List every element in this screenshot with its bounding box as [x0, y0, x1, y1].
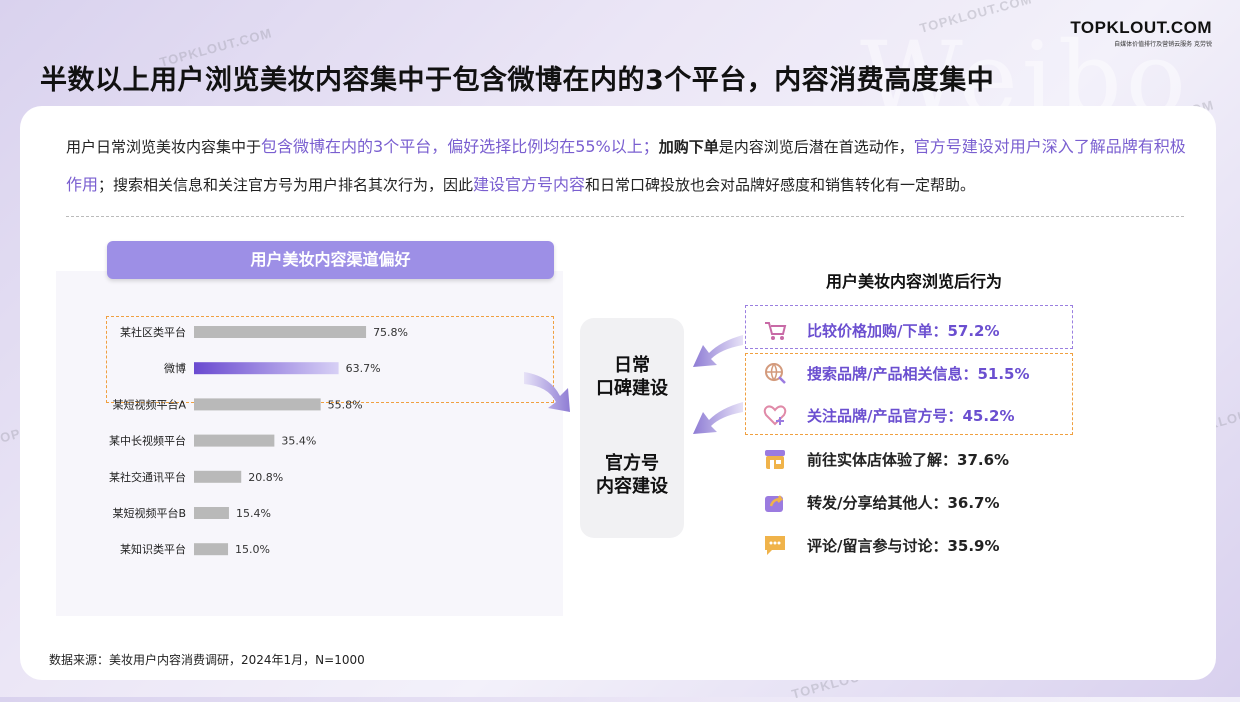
bar	[194, 362, 339, 375]
arrow-left-icon	[693, 402, 743, 434]
behavior-item: 转发/分享给其他人：36.7%	[763, 487, 1000, 517]
strategy-wom-line1: 日常	[614, 355, 650, 376]
behavior-item: 评论/留言参与讨论：35.9%	[763, 530, 1000, 560]
strategy-official-title: 官方号 内容建设	[580, 452, 684, 498]
content-card: 用户日常浏览美妆内容集中于包含微博在内的3个平台，偏好选择比例均在55%以上；加…	[20, 106, 1216, 680]
behavior-item: 搜索品牌/产品相关信息：51.5%	[763, 358, 1030, 388]
bar	[194, 507, 229, 519]
store-icon	[763, 447, 787, 471]
behavior-header: 用户美妆内容浏览后行为	[826, 272, 1003, 291]
data-source: 数据来源：美妆用户内容消费调研，2024年1月，N=1000	[49, 653, 365, 667]
behavior-label: 搜索品牌/产品相关信息：51.5%	[807, 364, 1030, 383]
value-label: 63.7%	[346, 362, 381, 375]
behavior-item: 关注品牌/产品官方号：45.2%	[763, 400, 1015, 430]
logo-text: TOPKLOUT.COM	[1070, 18, 1212, 37]
cart-icon	[763, 318, 787, 342]
behavior-label: 评论/留言参与讨论：35.9%	[807, 536, 1000, 555]
channel-bar-chart: 某社区类平台 75.8% 微博 63.7% 某短视频平台A 55.8% 某中长视频平台 35.…	[109, 325, 408, 556]
behavior-label: 关注品牌/产品官方号：45.2%	[807, 406, 1015, 425]
category-label: 微博	[164, 361, 186, 375]
value-label: 55.8%	[328, 398, 363, 411]
brand-logo: TOPKLOUT.COM 自媒体价值排行及营销云服务 克劳锐	[1070, 18, 1212, 48]
strategy-wom-line2: 口碑建设	[596, 378, 668, 399]
arrow-right-icon	[524, 372, 570, 412]
bar	[194, 398, 321, 411]
behavior-label: 比较价格加购/下单：57.2%	[807, 321, 1000, 340]
category-label: 某社交通讯平台	[109, 470, 186, 484]
behavior-item: 前往实体店体验了解：37.6%	[763, 444, 1009, 474]
page-title: 半数以上用户浏览美妆内容集中于包含微博在内的3个平台，内容消费高度集中	[40, 65, 995, 96]
behavior-label: 转发/分享给其他人：36.7%	[807, 493, 1000, 512]
comment-icon	[763, 533, 787, 557]
strategy-wom-title: 日常 口碑建设	[580, 354, 684, 400]
behavior-item: 比较价格加购/下单：57.2%	[763, 315, 1000, 345]
strategy-official-line2: 内容建设	[596, 476, 668, 497]
category-label: 某短视频平台A	[112, 397, 186, 411]
bar	[194, 434, 275, 447]
arrow-left-icon	[693, 335, 743, 367]
category-label: 某知识类平台	[120, 542, 186, 556]
logo-subtext: 自媒体价值排行及营销云服务 克劳锐	[1114, 41, 1212, 48]
value-label: 35.4%	[281, 435, 316, 448]
category-label: 某中长视频平台	[109, 434, 186, 448]
behavior-label: 前往实体店体验了解：37.6%	[807, 450, 1010, 469]
strategy-box: 日常 口碑建设 官方号 内容建设	[580, 318, 684, 538]
desc-bold: 加购下单	[658, 138, 719, 156]
value-label: 75.8%	[373, 326, 408, 339]
strategy-official-line1: 官方号	[605, 453, 659, 474]
category-label: 某短视频平台B	[112, 506, 186, 520]
share-icon	[763, 490, 787, 514]
bar	[194, 326, 367, 338]
category-label: 某社区类平台	[120, 325, 186, 339]
value-label: 15.4%	[236, 507, 271, 520]
value-label: 20.8%	[248, 471, 283, 484]
desc-text: 和日常口碑投放也会对品牌好感度和销售转化有一定帮助。	[585, 176, 976, 194]
desc-text: 是内容浏览后潜在首选动作，	[718, 138, 914, 156]
bar	[194, 470, 242, 483]
bar	[194, 543, 229, 556]
value-label: 15.0%	[235, 543, 270, 556]
globe-search-icon	[763, 361, 787, 385]
heart-plus-icon	[763, 403, 787, 427]
